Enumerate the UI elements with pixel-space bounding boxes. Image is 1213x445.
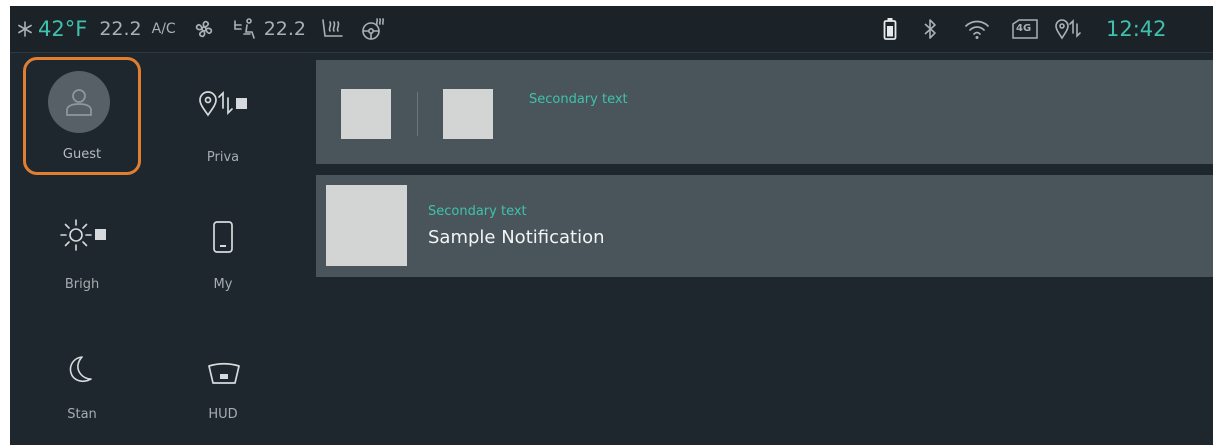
- location-sharing-icon: [198, 89, 248, 123]
- seat-heat-icon: [320, 17, 346, 41]
- brightness-icon: [59, 218, 109, 256]
- system-status: 4G 12:42: [883, 6, 1167, 52]
- my-device-button[interactable]: My: [164, 184, 282, 302]
- thumbnail-divider: [417, 92, 418, 136]
- notification-thumbnail: [443, 89, 493, 139]
- battery-icon: [883, 17, 897, 41]
- notification-secondary-text: Secondary text: [428, 204, 527, 219]
- standby-button[interactable]: Stan: [23, 314, 141, 432]
- hud-icon: [206, 362, 242, 390]
- privacy-label: Priva: [206, 150, 240, 165]
- phone-icon: [212, 220, 234, 258]
- notification-title: Sample Notification: [428, 227, 605, 248]
- network-badge: 4G: [1010, 18, 1040, 40]
- ac-label: A/C: [151, 21, 176, 37]
- seat-airflow-icon: [232, 17, 258, 41]
- brightness-label: Brigh: [64, 277, 100, 292]
- notification-thumbnail: [326, 185, 407, 266]
- passenger-temp: 22.2: [263, 18, 307, 40]
- status-bar: 42°F 22.2 A/C 22.2 4G 12:42: [10, 6, 1213, 53]
- avatar: [48, 71, 110, 133]
- screen-frame: 42°F 22.2 A/C 22.2 4G 12:42 Guest Priva …: [0, 0, 1213, 445]
- driver-temp: 22.2: [99, 18, 142, 40]
- privacy-button[interactable]: Priva: [164, 57, 282, 175]
- brightness-button[interactable]: Brigh: [23, 184, 141, 302]
- profile-label: Guest: [62, 147, 102, 162]
- wifi-icon[interactable]: [964, 18, 990, 40]
- bluetooth-icon[interactable]: [922, 18, 938, 40]
- standby-label: Stan: [67, 407, 97, 422]
- location-sharing-icon[interactable]: [1054, 17, 1084, 41]
- hud-button[interactable]: HUD: [164, 314, 282, 432]
- infotainment-screen: 42°F 22.2 A/C 22.2 4G 12:42 Guest Priva …: [10, 6, 1213, 445]
- notification-secondary-text: Secondary text: [529, 92, 628, 107]
- person-icon: [66, 89, 92, 116]
- hud-label: HUD: [208, 407, 238, 422]
- snowflake-icon: [16, 20, 34, 38]
- network-type-label: 4G: [1016, 23, 1032, 34]
- notification-thumbnail: [341, 89, 391, 139]
- clock: 12:42: [1106, 17, 1167, 41]
- climate-status[interactable]: 42°F 22.2 A/C 22.2: [16, 6, 386, 52]
- fan-icon: [192, 17, 216, 41]
- notification-card[interactable]: Secondary text: [316, 60, 1213, 164]
- notification-card[interactable]: Secondary text Sample Notification: [316, 175, 1213, 277]
- steering-heat-icon: [360, 17, 386, 41]
- profile-button[interactable]: Guest: [23, 57, 141, 175]
- moon-icon: [66, 354, 96, 390]
- outside-temp: 42°F: [38, 17, 88, 41]
- my-device-label: My: [213, 277, 233, 292]
